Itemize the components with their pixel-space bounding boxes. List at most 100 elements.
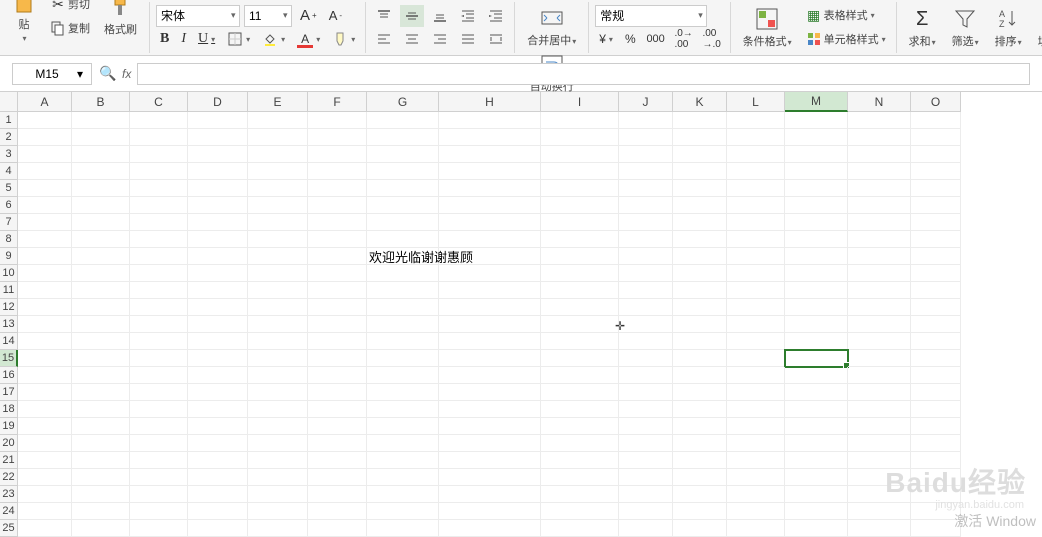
row-header[interactable]: 6 [0, 197, 18, 214]
cell[interactable] [308, 265, 367, 282]
cell[interactable] [188, 248, 248, 265]
cell[interactable] [911, 333, 961, 350]
cell[interactable] [848, 350, 911, 367]
cell[interactable] [619, 197, 673, 214]
cell[interactable] [18, 367, 72, 384]
cell[interactable] [248, 265, 308, 282]
cell[interactable] [439, 180, 541, 197]
cell[interactable] [727, 384, 785, 401]
cell[interactable] [367, 350, 439, 367]
cell[interactable] [439, 401, 541, 418]
cell[interactable] [308, 350, 367, 367]
cell[interactable] [308, 503, 367, 520]
increase-indent-button[interactable] [484, 5, 508, 27]
cell[interactable] [188, 129, 248, 146]
cell[interactable] [911, 214, 961, 231]
cell[interactable] [439, 112, 541, 129]
cell[interactable] [72, 180, 130, 197]
cell[interactable] [541, 180, 619, 197]
cell[interactable] [727, 180, 785, 197]
cell[interactable] [673, 112, 727, 129]
cell[interactable] [619, 112, 673, 129]
cell[interactable] [130, 248, 188, 265]
column-header-L[interactable]: L [727, 92, 785, 112]
cell[interactable] [188, 520, 248, 537]
cell[interactable] [848, 231, 911, 248]
cell[interactable] [248, 299, 308, 316]
cell[interactable] [72, 282, 130, 299]
row-header[interactable]: 1 [0, 112, 18, 129]
cell[interactable] [619, 333, 673, 350]
cell[interactable] [727, 435, 785, 452]
cell[interactable] [619, 384, 673, 401]
cell[interactable] [727, 452, 785, 469]
cell[interactable] [439, 333, 541, 350]
italic-button[interactable]: I [177, 28, 190, 50]
font-color-button[interactable]: A▾ [293, 28, 324, 50]
cell[interactable] [848, 316, 911, 333]
cell[interactable] [188, 197, 248, 214]
cell[interactable] [248, 486, 308, 503]
cell[interactable] [188, 435, 248, 452]
cell[interactable] [727, 282, 785, 299]
cell[interactable] [72, 163, 130, 180]
cell[interactable] [673, 163, 727, 180]
copy-button[interactable]: 复制 [46, 17, 94, 39]
cell[interactable] [673, 333, 727, 350]
column-header-E[interactable]: E [248, 92, 308, 112]
cell[interactable] [188, 418, 248, 435]
cell[interactable] [619, 180, 673, 197]
font-name-input[interactable] [161, 9, 229, 23]
cut-button[interactable]: ✂ 剪切 [46, 0, 94, 15]
cell[interactable] [439, 350, 541, 367]
cell[interactable] [439, 469, 541, 486]
cell[interactable] [541, 418, 619, 435]
cell[interactable] [619, 367, 673, 384]
cell[interactable] [619, 299, 673, 316]
cell[interactable] [308, 333, 367, 350]
cell[interactable] [541, 214, 619, 231]
column-header-A[interactable]: A [18, 92, 72, 112]
column-header-F[interactable]: F [308, 92, 367, 112]
cell[interactable] [673, 435, 727, 452]
cell[interactable] [72, 350, 130, 367]
cell[interactable] [439, 367, 541, 384]
cell[interactable] [727, 367, 785, 384]
row-header[interactable]: 17 [0, 384, 18, 401]
cell[interactable] [130, 231, 188, 248]
cell[interactable] [130, 316, 188, 333]
cell[interactable] [848, 197, 911, 214]
cell[interactable] [18, 469, 72, 486]
cell[interactable] [727, 231, 785, 248]
cell[interactable] [188, 316, 248, 333]
cell[interactable] [72, 418, 130, 435]
cell[interactable] [367, 367, 439, 384]
cell[interactable] [619, 163, 673, 180]
cell[interactable] [541, 452, 619, 469]
cell[interactable] [248, 197, 308, 214]
cell[interactable] [727, 401, 785, 418]
cell[interactable] [130, 350, 188, 367]
cell[interactable] [541, 282, 619, 299]
cell[interactable] [308, 384, 367, 401]
cell[interactable] [848, 503, 911, 520]
cell[interactable] [188, 333, 248, 350]
name-box[interactable]: ▾ [12, 63, 92, 85]
cell[interactable] [541, 163, 619, 180]
cell[interactable] [72, 367, 130, 384]
column-header-O[interactable]: O [911, 92, 961, 112]
cell[interactable] [367, 112, 439, 129]
cell[interactable] [130, 163, 188, 180]
cell[interactable] [911, 129, 961, 146]
number-format-combo[interactable]: ▾ [595, 5, 707, 27]
row-header[interactable]: 12 [0, 299, 18, 316]
cell[interactable] [911, 231, 961, 248]
cell[interactable] [130, 384, 188, 401]
cell[interactable] [72, 469, 130, 486]
cell[interactable] [130, 299, 188, 316]
cell[interactable] [785, 129, 848, 146]
cell[interactable] [911, 146, 961, 163]
highlight-button[interactable]: ▾ [328, 28, 359, 50]
column-header-M[interactable]: M [785, 92, 848, 112]
column-header-H[interactable]: H [439, 92, 541, 112]
